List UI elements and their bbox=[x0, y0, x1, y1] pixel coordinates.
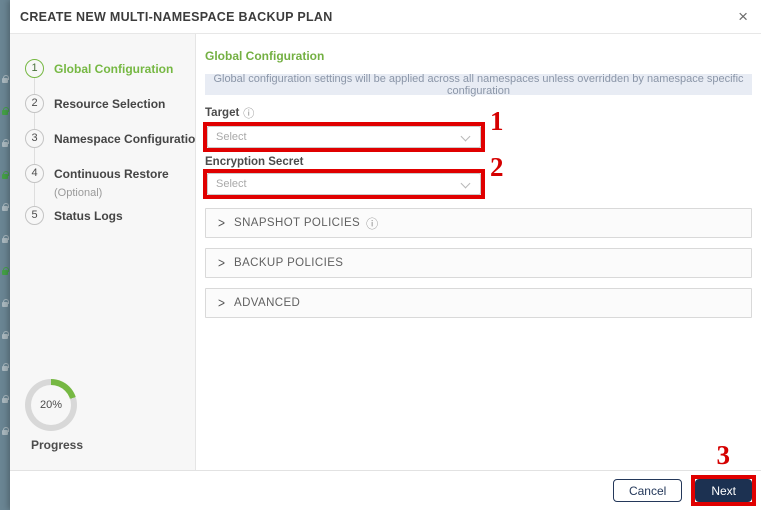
chevron-down-icon bbox=[460, 178, 471, 189]
cancel-button[interactable]: Cancel bbox=[612, 479, 683, 502]
lock-icon bbox=[2, 267, 9, 275]
modal-footer: Cancel Next bbox=[10, 470, 761, 510]
accordion-label: SNAPSHOT POLICIES bbox=[234, 217, 361, 229]
step-label: Status Logs bbox=[54, 208, 123, 223]
annotation-box-1: Select bbox=[203, 122, 485, 152]
annotation-number-1: 1 bbox=[490, 106, 504, 136]
step-number-badge: 2 bbox=[25, 94, 44, 113]
progress-ring: 20% bbox=[25, 379, 77, 431]
target-select-placeholder: Select bbox=[216, 131, 247, 143]
panel-heading: Global Configuration bbox=[205, 49, 325, 63]
lock-icon bbox=[2, 107, 9, 115]
encryption-secret-select-placeholder: Select bbox=[216, 178, 247, 190]
lock-icon bbox=[2, 427, 9, 435]
lock-icon bbox=[2, 203, 9, 211]
step-label: Global Configuration bbox=[54, 61, 174, 76]
step-item-continuous-restore[interactable]: 4 Continuous Restore bbox=[25, 164, 169, 183]
accordion-snapshot-policies[interactable]: > SNAPSHOT POLICIES ⓘ bbox=[205, 208, 752, 238]
accordion-label: ADVANCED bbox=[234, 297, 301, 309]
encryption-secret-select[interactable]: Select bbox=[207, 173, 481, 195]
lock-icon bbox=[2, 75, 9, 83]
create-backup-plan-modal: CREATE NEW MULTI-NAMESPACE BACKUP PLAN ×… bbox=[10, 0, 761, 510]
next-button[interactable]: Next bbox=[695, 479, 752, 502]
accordion-group: > SNAPSHOT POLICIES ⓘ > BACKUP POLICIES … bbox=[205, 208, 752, 318]
step-item-namespace-configuration[interactable]: 3 Namespace Configuration bbox=[25, 129, 203, 148]
modal-title: CREATE NEW MULTI-NAMESPACE BACKUP PLAN bbox=[20, 10, 333, 24]
lock-icon bbox=[2, 395, 9, 403]
step-item-global-configuration[interactable]: 1 Global Configuration bbox=[25, 59, 173, 78]
modal-header: CREATE NEW MULTI-NAMESPACE BACKUP PLAN × bbox=[10, 0, 761, 34]
info-icon: ⓘ bbox=[366, 216, 379, 231]
step-number-badge: 5 bbox=[25, 206, 44, 225]
step-item-status-logs[interactable]: 5 Status Logs bbox=[25, 206, 123, 225]
step-number-badge: 4 bbox=[25, 164, 44, 183]
accordion-label: BACKUP POLICIES bbox=[234, 257, 344, 269]
lock-icon bbox=[2, 235, 9, 243]
step-optional-sublabel: (Optional) bbox=[54, 187, 103, 199]
step-sidebar: 1 Global Configuration 2 Resource Select… bbox=[10, 34, 203, 470]
close-icon[interactable]: × bbox=[738, 8, 748, 25]
encryption-secret-label-text: Encryption Secret bbox=[205, 156, 304, 168]
progress-percent: 20% bbox=[31, 385, 71, 425]
encryption-secret-field-label: Encryption Secret bbox=[205, 156, 752, 168]
annotation-box-2: Select bbox=[203, 169, 485, 199]
step-label: Namespace Configuration bbox=[54, 131, 203, 146]
chevron-right-icon: > bbox=[218, 294, 226, 312]
lock-icon bbox=[2, 331, 9, 339]
step-item-resource-selection[interactable]: 2 Resource Selection bbox=[25, 94, 165, 113]
target-select[interactable]: Select bbox=[207, 126, 481, 148]
chevron-right-icon: > bbox=[218, 254, 226, 272]
annotation-number-3: 3 bbox=[716, 440, 731, 470]
info-banner: Global configuration settings will be ap… bbox=[205, 73, 752, 97]
progress-label: Progress bbox=[31, 438, 84, 452]
chevron-down-icon bbox=[460, 131, 471, 142]
step-label: Resource Selection bbox=[54, 96, 166, 111]
step-number-badge: 1 bbox=[25, 59, 44, 78]
lock-icon bbox=[2, 139, 9, 147]
accordion-backup-policies[interactable]: > BACKUP POLICIES bbox=[205, 248, 752, 278]
chevron-right-icon: > bbox=[218, 214, 226, 232]
annotation-box-3: Next bbox=[691, 475, 756, 506]
accordion-advanced[interactable]: > ADVANCED bbox=[205, 288, 752, 318]
info-icon: ⓘ bbox=[243, 108, 255, 120]
background-page-strip bbox=[0, 0, 10, 510]
target-label-text: Target bbox=[205, 107, 240, 119]
global-configuration-panel: Global Configuration Global configuratio… bbox=[196, 34, 761, 470]
lock-icon bbox=[2, 363, 9, 371]
annotation-number-2: 2 bbox=[490, 152, 504, 182]
lock-icon bbox=[2, 171, 9, 179]
lock-icon bbox=[2, 299, 9, 307]
target-field-label: Target ⓘ bbox=[205, 105, 752, 121]
step-number-badge: 3 bbox=[25, 129, 44, 148]
step-label: Continuous Restore bbox=[54, 166, 169, 181]
